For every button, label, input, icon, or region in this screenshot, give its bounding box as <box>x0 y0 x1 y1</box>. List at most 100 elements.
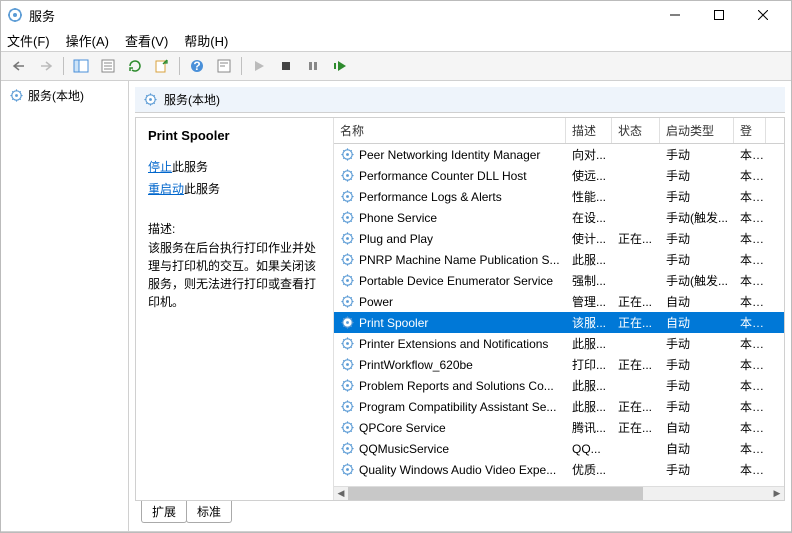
scroll-left-arrow[interactable]: ◀ <box>334 487 348 501</box>
cell-status: 正在... <box>612 398 660 415</box>
service-row[interactable]: Quality Windows Audio Video Expe...优质...… <box>334 459 784 480</box>
cell-logon: 本... <box>734 230 766 247</box>
scroll-thumb[interactable] <box>348 487 643 501</box>
cell-status: 正在... <box>612 356 660 373</box>
properties-button[interactable] <box>96 55 120 77</box>
cell-logon: 本... <box>734 251 766 268</box>
col-desc[interactable]: 描述 <box>566 118 612 143</box>
show-hide-tree-button[interactable] <box>69 55 93 77</box>
gear-icon <box>340 462 355 477</box>
gear-icon <box>340 420 355 435</box>
service-row[interactable]: Portable Device Enumerator Service强制...手… <box>334 270 784 291</box>
menu-help[interactable]: 帮助(H) <box>184 31 228 50</box>
service-row[interactable]: Performance Logs & Alerts性能...手动本... <box>334 186 784 207</box>
window-title: 服务 <box>29 6 653 25</box>
service-row[interactable]: PrintWorkflow_620be打印...正在...手动本... <box>334 354 784 375</box>
close-button[interactable] <box>741 3 785 27</box>
gear-icon <box>340 231 355 246</box>
col-startup[interactable]: 启动类型 <box>660 118 734 143</box>
cell-name: Plug and Play <box>334 231 566 246</box>
cell-logon: 本... <box>734 167 766 184</box>
cell-logon: 本... <box>734 461 766 478</box>
gear-icon <box>340 336 355 351</box>
service-row[interactable]: Plug and Play使计...正在...手动本... <box>334 228 784 249</box>
cell-startup: 手动 <box>660 461 734 478</box>
cell-startup: 手动 <box>660 398 734 415</box>
service-row[interactable]: QPCore Service腾讯...正在...自动本... <box>334 417 784 438</box>
restart-service-button[interactable] <box>328 55 352 77</box>
cell-name: Problem Reports and Solutions Co... <box>334 378 566 393</box>
content-area: 服务(本地) 服务(本地) Print Spooler 停止此服务 重启动此服务… <box>1 81 791 532</box>
scroll-right-arrow[interactable]: ▶ <box>770 487 784 501</box>
service-row[interactable]: Program Compatibility Assistant Se...此服.… <box>334 396 784 417</box>
tree-root-label: 服务(本地) <box>28 87 84 104</box>
menu-view[interactable]: 查看(V) <box>125 31 168 50</box>
cell-status: 正在... <box>612 293 660 310</box>
description-label: 描述: <box>148 220 321 237</box>
gear-icon <box>340 252 355 267</box>
cell-desc: 此服... <box>566 251 612 268</box>
export-button[interactable] <box>150 55 174 77</box>
cell-startup: 手动 <box>660 356 734 373</box>
service-row[interactable]: Problem Reports and Solutions Co...此服...… <box>334 375 784 396</box>
col-status[interactable]: 状态 <box>612 118 660 143</box>
service-row[interactable]: Peer Networking Identity Manager向对...手动本… <box>334 144 784 165</box>
services-app-icon <box>7 7 23 23</box>
gear-icon <box>340 147 355 162</box>
stop-service-button[interactable] <box>274 55 298 77</box>
service-row[interactable]: PNRP Machine Name Publication S...此服...手… <box>334 249 784 270</box>
back-button[interactable] <box>7 55 31 77</box>
tab-standard[interactable]: 标准 <box>186 501 232 523</box>
window-controls <box>653 3 785 27</box>
service-row[interactable]: Printer Extensions and Notifications此服..… <box>334 333 784 354</box>
scroll-track[interactable] <box>348 487 770 501</box>
gear-icon <box>340 357 355 372</box>
gear-icon <box>340 399 355 414</box>
help-button[interactable]: ? <box>185 55 209 77</box>
service-row[interactable]: QQMusicServiceQQ...自动本... <box>334 438 784 459</box>
cell-desc: 强制... <box>566 272 612 289</box>
tab-extended[interactable]: 扩展 <box>141 501 187 523</box>
cell-name: Performance Logs & Alerts <box>334 189 566 204</box>
stop-link[interactable]: 停止 <box>148 160 172 174</box>
cell-desc: 管理... <box>566 293 612 310</box>
gear-icon <box>340 168 355 183</box>
service-row[interactable]: Performance Counter DLL Host使远...手动本... <box>334 165 784 186</box>
separator <box>63 57 64 75</box>
start-service-button[interactable] <box>247 55 271 77</box>
titlebar: 服务 <box>1 1 791 29</box>
restart-link[interactable]: 重启动 <box>148 182 184 196</box>
col-name[interactable]: 名称 <box>334 118 566 143</box>
pane-header-title: 服务(本地) <box>164 91 220 108</box>
gear-icon <box>9 88 24 103</box>
cell-startup: 手动 <box>660 167 734 184</box>
minimize-button[interactable] <box>653 3 697 27</box>
cell-status: 正在... <box>612 230 660 247</box>
horizontal-scrollbar[interactable]: ◀ ▶ <box>334 486 784 500</box>
cell-desc: 性能... <box>566 188 612 205</box>
cell-desc: 使计... <box>566 230 612 247</box>
maximize-button[interactable] <box>697 3 741 27</box>
pause-service-button[interactable] <box>301 55 325 77</box>
service-row[interactable]: Print Spooler该服...正在...自动本... <box>334 312 784 333</box>
tree-root-item[interactable]: 服务(本地) <box>7 85 122 106</box>
service-row[interactable]: Power管理...正在...自动本... <box>334 291 784 312</box>
gear-icon <box>340 315 355 330</box>
forward-button[interactable] <box>34 55 58 77</box>
service-row[interactable]: Phone Service在设...手动(触发...本... <box>334 207 784 228</box>
cell-startup: 手动 <box>660 146 734 163</box>
menu-action[interactable]: 操作(A) <box>66 31 109 50</box>
properties-sheet-button[interactable] <box>212 55 236 77</box>
refresh-button[interactable] <box>123 55 147 77</box>
menu-file[interactable]: 文件(F) <box>7 31 50 50</box>
gear-icon <box>143 92 158 107</box>
cell-name: QQMusicService <box>334 441 566 456</box>
cell-name: Portable Device Enumerator Service <box>334 273 566 288</box>
col-logon[interactable]: 登 <box>734 118 766 143</box>
gear-icon <box>340 378 355 393</box>
svg-text:?: ? <box>193 59 200 73</box>
gear-icon <box>340 294 355 309</box>
list-body[interactable]: Peer Networking Identity Manager向对...手动本… <box>334 144 784 486</box>
cell-desc: QQ... <box>566 442 612 456</box>
stop-line: 停止此服务 <box>148 157 321 179</box>
